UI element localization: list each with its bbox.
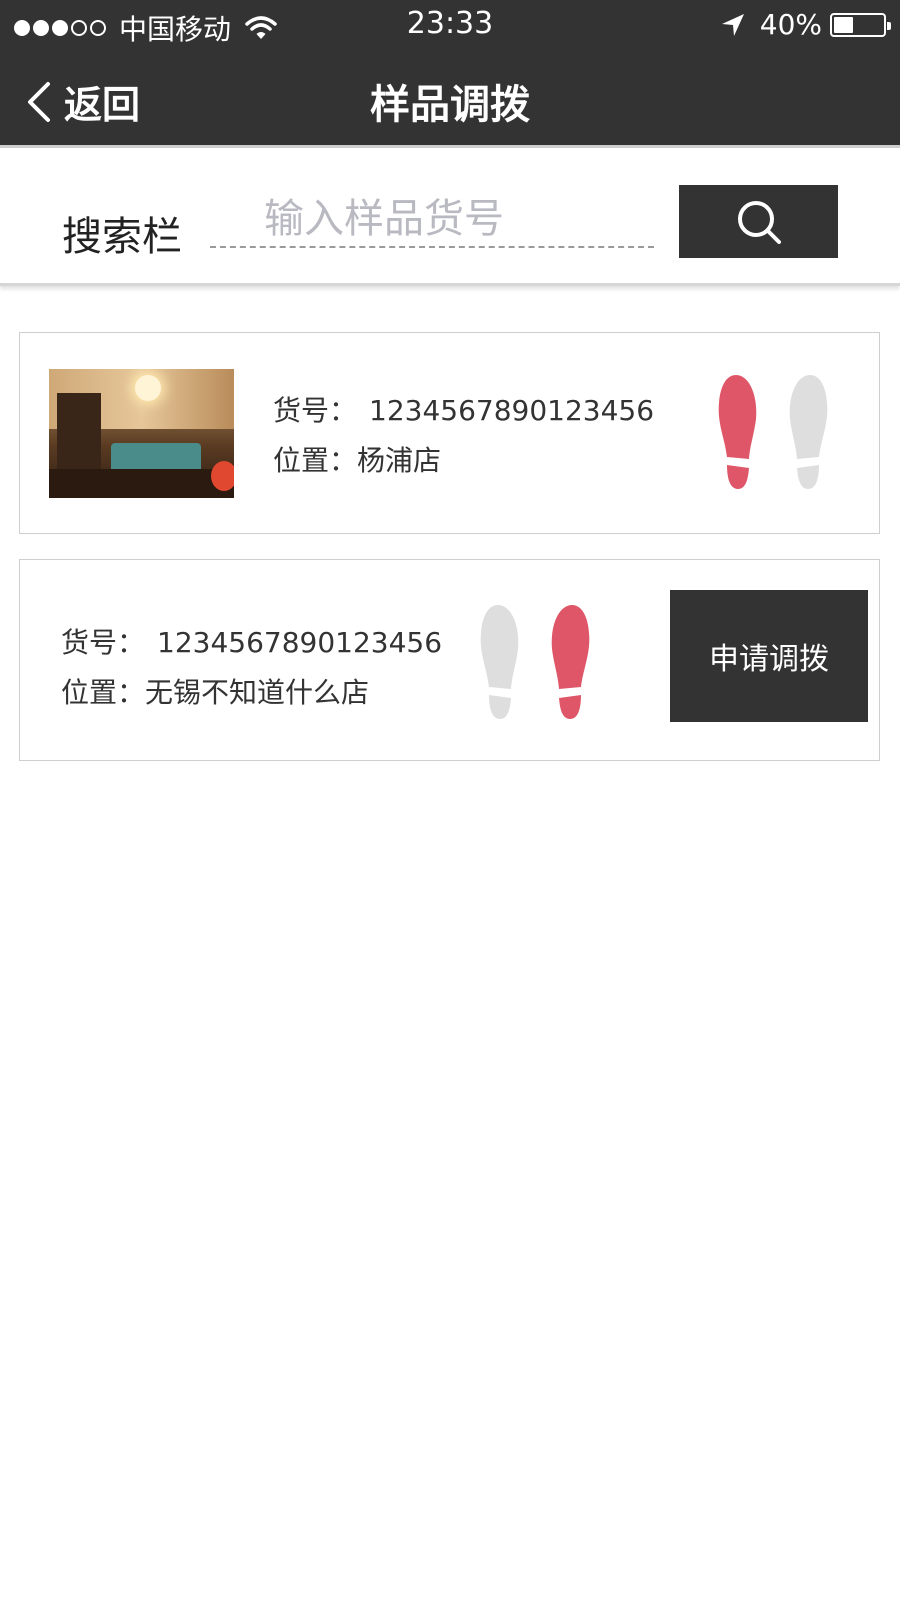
item-location-key: 位置： (273, 444, 358, 477)
search-label: 搜索栏 (62, 214, 182, 260)
item-code: 1234567890123456 (157, 626, 443, 659)
battery-percent: 40% (759, 8, 822, 41)
item-location-line: 位置：无锡不知道什么店 (61, 671, 369, 711)
search-button[interactable] (679, 185, 838, 258)
store-photo (49, 369, 234, 498)
search-input[interactable] (210, 192, 654, 248)
item-location: 无锡不知道什么店 (145, 676, 370, 709)
footprint-left-icon[interactable] (478, 603, 524, 721)
footprint-pair[interactable] (716, 373, 830, 491)
item-code-line: 货号： 1234567890123456 (273, 389, 654, 429)
search-bar: 搜索栏 (0, 148, 900, 286)
item-location-line: 位置：杨浦店 (273, 439, 441, 479)
footprint-right-icon[interactable] (784, 373, 830, 491)
footprint-right-icon[interactable] (546, 603, 592, 721)
apply-transfer-button[interactable]: 申请调拨 (670, 590, 868, 722)
footprint-left-icon[interactable] (716, 373, 762, 491)
search-icon (737, 200, 781, 244)
status-right: 40% (720, 8, 891, 41)
item-location: 杨浦店 (357, 444, 442, 477)
battery-level (834, 16, 854, 33)
item-location-key: 位置： (61, 676, 146, 709)
item-code-line: 货号： 1234567890123456 (61, 621, 442, 661)
item-code-key: 货号： (273, 394, 358, 427)
location-arrow-icon (721, 13, 744, 36)
status-bar: 中国移动 23:33 40% (0, 0, 900, 48)
sample-card[interactable]: 货号： 1234567890123456 位置：无锡不知道什么店 申请调拨 (19, 559, 880, 761)
footprint-pair[interactable] (478, 603, 592, 721)
battery-icon (830, 12, 891, 37)
sample-card[interactable]: 货号： 1234567890123456 位置：杨浦店 (19, 332, 880, 534)
item-code-key: 货号： (61, 626, 146, 659)
item-code: 1234567890123456 (369, 394, 655, 427)
navigation-bar: 返回 样品调拨 (0, 48, 900, 148)
page-title: 样品调拨 (370, 82, 530, 128)
